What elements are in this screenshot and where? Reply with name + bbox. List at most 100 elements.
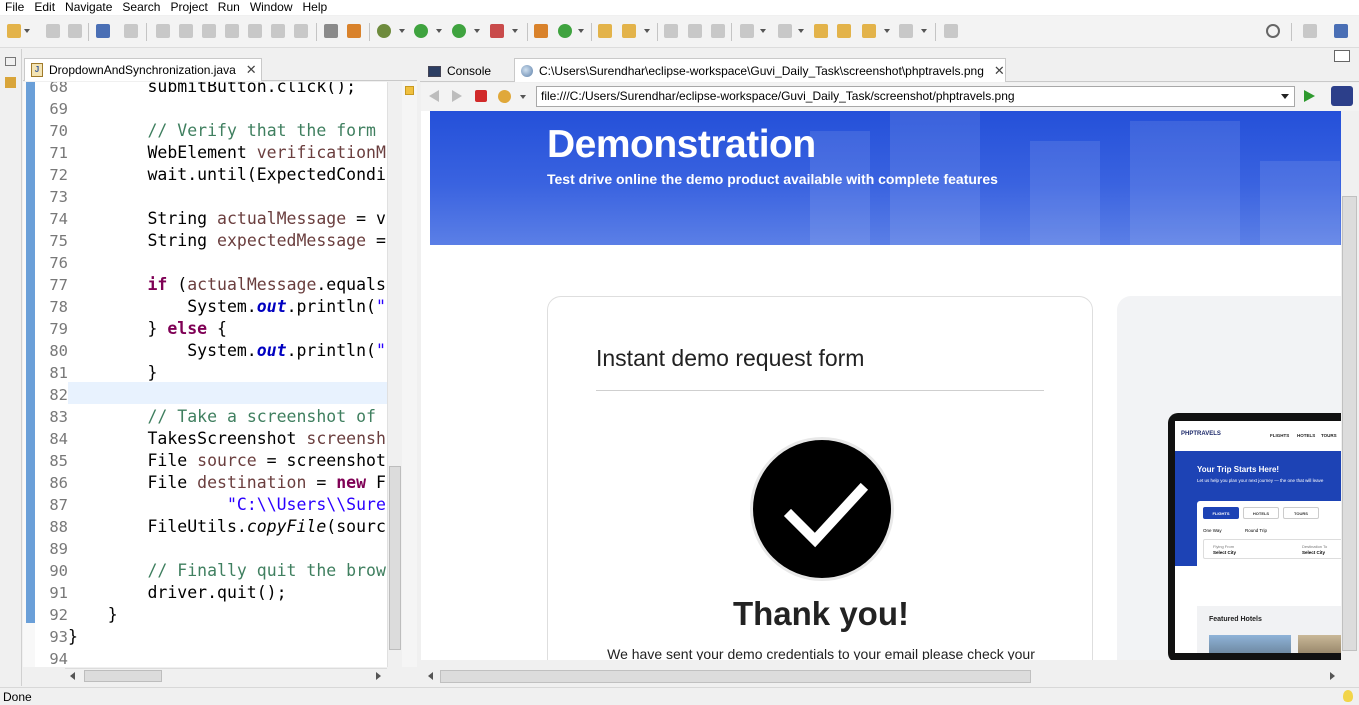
code-line[interactable]: System.out.println(" bbox=[68, 340, 387, 362]
code-line[interactable] bbox=[68, 384, 387, 406]
scroll-left-icon[interactable] bbox=[428, 672, 433, 680]
menu-navigate[interactable]: Navigate bbox=[59, 0, 116, 15]
code-line[interactable] bbox=[68, 252, 387, 274]
browser-horizontal-scroll-thumb[interactable] bbox=[440, 670, 1031, 683]
refresh-icon[interactable] bbox=[498, 90, 511, 103]
browser-vertical-scroll-thumb[interactable] bbox=[1342, 196, 1357, 651]
stop-icon[interactable] bbox=[475, 90, 487, 102]
forward-icon[interactable] bbox=[899, 24, 913, 38]
open-perspective-icon[interactable] bbox=[1303, 24, 1317, 38]
save-all-icon[interactable] bbox=[68, 24, 82, 38]
code-line[interactable]: String actualMessage = v bbox=[68, 208, 387, 230]
disconnect-icon[interactable] bbox=[225, 24, 239, 38]
close-icon[interactable]: ✕ bbox=[246, 62, 257, 78]
coverage-icon[interactable] bbox=[452, 24, 466, 38]
code-line[interactable]: FileUtils.copyFile(sourc bbox=[68, 516, 387, 538]
code-line[interactable]: // Finally quit the brow bbox=[68, 560, 387, 582]
code-line[interactable]: } else { bbox=[68, 318, 387, 340]
maximize-icon[interactable] bbox=[1331, 46, 1353, 66]
code-line[interactable]: // Take a screenshot of bbox=[68, 406, 387, 428]
back-history-icon[interactable] bbox=[862, 24, 876, 38]
editor-tab-java-file[interactable]: J DropdownAndSynchronization.java ✕ bbox=[24, 58, 262, 81]
forward-arrow-icon[interactable] bbox=[452, 90, 462, 102]
code-line[interactable]: } bbox=[68, 604, 387, 626]
last-edit-location-icon[interactable] bbox=[814, 24, 828, 38]
drop-to-frame-icon[interactable] bbox=[324, 24, 338, 38]
code-line[interactable] bbox=[68, 648, 387, 667]
lightbulb-icon[interactable] bbox=[1343, 690, 1353, 702]
code-line[interactable]: submitButton.click(); bbox=[68, 82, 387, 98]
scroll-left-icon[interactable] bbox=[70, 672, 75, 680]
toggle-block-icon[interactable] bbox=[688, 24, 702, 38]
next-annotation-icon[interactable] bbox=[740, 24, 754, 38]
code-line[interactable]: "C:\\Users\\Sure bbox=[68, 494, 387, 516]
scroll-right-icon[interactable] bbox=[376, 672, 381, 680]
code-line[interactable] bbox=[68, 186, 387, 208]
chevron-down-icon[interactable] bbox=[1281, 94, 1289, 99]
open-external-browser-icon[interactable] bbox=[1331, 86, 1353, 106]
toggle-annotation-icon[interactable] bbox=[664, 24, 678, 38]
terminal-icon[interactable] bbox=[96, 24, 110, 38]
save-icon[interactable] bbox=[46, 24, 60, 38]
url-input[interactable]: file:///C:/Users/Surendhar/eclipse-works… bbox=[536, 86, 1295, 107]
menu-window[interactable]: Window bbox=[244, 0, 297, 15]
show-whitespace-icon[interactable] bbox=[711, 24, 725, 38]
back-icon[interactable] bbox=[837, 24, 851, 38]
menu-project[interactable]: Project bbox=[164, 0, 211, 15]
menu-run[interactable]: Run bbox=[212, 0, 244, 15]
vertical-ruler bbox=[23, 82, 35, 667]
open-type-icon[interactable] bbox=[598, 24, 612, 38]
step-over-icon[interactable] bbox=[271, 24, 285, 38]
use-step-filters-icon[interactable] bbox=[347, 24, 361, 38]
back-arrow-icon[interactable] bbox=[429, 90, 439, 102]
menu-help[interactable]: Help bbox=[297, 0, 332, 15]
code-line[interactable]: if (actualMessage.equals bbox=[68, 274, 387, 296]
menu-edit[interactable]: Edit bbox=[28, 0, 59, 15]
go-icon[interactable] bbox=[1304, 90, 1315, 102]
code-line[interactable] bbox=[68, 538, 387, 560]
tab-console[interactable]: Console bbox=[422, 60, 512, 82]
step-return-icon[interactable] bbox=[294, 24, 308, 38]
restore-icon[interactable] bbox=[5, 57, 16, 66]
step-into-icon[interactable] bbox=[248, 24, 262, 38]
warning-marker-icon[interactable] bbox=[405, 86, 414, 95]
pin-editor-icon[interactable] bbox=[944, 24, 958, 38]
java-perspective-icon[interactable] bbox=[1334, 24, 1348, 38]
scroll-right-icon[interactable] bbox=[1330, 672, 1335, 680]
suspend-icon[interactable] bbox=[179, 24, 193, 38]
new-java-project-icon[interactable] bbox=[534, 24, 548, 38]
package-explorer-icon[interactable] bbox=[5, 77, 16, 88]
debug-icon[interactable] bbox=[377, 24, 391, 38]
code-line[interactable]: } bbox=[68, 626, 387, 648]
skip-breakpoints-icon[interactable] bbox=[124, 24, 138, 38]
code-line[interactable]: WebElement verificationM bbox=[68, 142, 387, 164]
resume-icon[interactable] bbox=[156, 24, 170, 38]
search-tools-icon[interactable] bbox=[622, 24, 636, 38]
code-line[interactable]: System.out.println(" bbox=[68, 296, 387, 318]
close-icon[interactable]: ✕ bbox=[994, 63, 1005, 79]
code-line[interactable]: File destination = new F bbox=[68, 472, 387, 494]
code-line[interactable] bbox=[68, 98, 387, 120]
new-class-icon[interactable] bbox=[558, 24, 572, 38]
code-line[interactable]: File source = screenshot bbox=[68, 450, 387, 472]
code-line[interactable]: String expectedMessage = bbox=[68, 230, 387, 252]
code-line[interactable]: TakesScreenshot screensh bbox=[68, 428, 387, 450]
editor-horizontal-scroll-thumb[interactable] bbox=[84, 670, 162, 682]
code-line[interactable]: wait.until(ExpectedCondi bbox=[68, 164, 387, 186]
editor-vertical-scroll-thumb[interactable] bbox=[389, 466, 401, 650]
line-number: 89 bbox=[49, 540, 68, 558]
line-number: 70 bbox=[49, 122, 68, 140]
run-icon[interactable] bbox=[414, 24, 428, 38]
code-line[interactable]: } bbox=[68, 362, 387, 384]
external-tools-icon[interactable] bbox=[490, 24, 504, 38]
search-icon[interactable] bbox=[1266, 24, 1280, 38]
new-icon[interactable] bbox=[7, 24, 21, 38]
code-line[interactable]: // Verify that the form bbox=[68, 120, 387, 142]
terminate-icon[interactable] bbox=[202, 24, 216, 38]
menu-file[interactable]: File bbox=[0, 0, 28, 15]
tab-image-viewer[interactable]: C:\Users\Surendhar\eclipse-workspace\Guv… bbox=[514, 58, 1006, 82]
previous-annotation-icon[interactable] bbox=[778, 24, 792, 38]
code-editor[interactable]: 68 submitButton.click(); 69 70 // Verify t… bbox=[23, 82, 387, 667]
code-line[interactable]: driver.quit(); bbox=[68, 582, 387, 604]
menu-search[interactable]: Search bbox=[116, 0, 164, 15]
